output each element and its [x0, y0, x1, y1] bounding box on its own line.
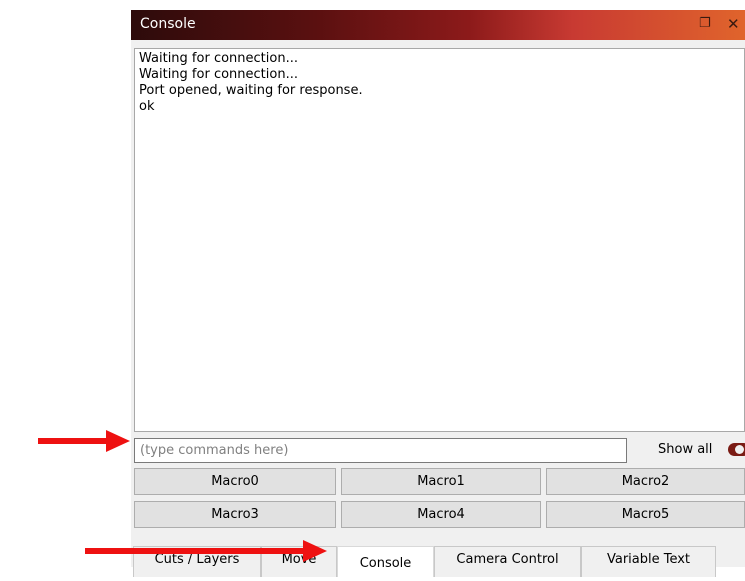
macro0-button[interactable]: Macro0 [134, 468, 336, 495]
red-arrow-head-input [106, 430, 130, 452]
window-title: Console [140, 16, 196, 32]
macro2-button[interactable]: Macro2 [546, 468, 745, 495]
console-line: Waiting for connection... [139, 67, 298, 82]
tab-camera-control[interactable]: Camera Control [434, 546, 581, 577]
macro5-button[interactable]: Macro5 [546, 501, 745, 528]
red-arrow-input [38, 438, 110, 444]
red-arrow-tab [85, 548, 307, 554]
close-icon[interactable]: ✕ [727, 15, 745, 33]
macro4-button[interactable]: Macro4 [341, 501, 541, 528]
console-output[interactable]: Waiting for connection... Waiting for co… [134, 48, 745, 432]
console-panel: Console ❐ ✕ Waiting for connection... Wa… [131, 10, 745, 577]
console-line: Waiting for connection... [139, 51, 298, 66]
show-all-toggle[interactable] [728, 443, 745, 456]
restore-window-icon[interactable]: ❐ [699, 16, 715, 32]
console-line: ok [139, 99, 155, 114]
tab-console[interactable]: Console [337, 546, 434, 577]
tab-variable-text[interactable]: Variable Text [581, 546, 716, 577]
show-all-label: Show all [658, 442, 713, 457]
red-arrow-head-tab [303, 540, 327, 562]
command-input[interactable] [134, 438, 627, 463]
macro1-button[interactable]: Macro1 [341, 468, 541, 495]
title-bar: Console ❐ ✕ [131, 10, 745, 40]
macro3-button[interactable]: Macro3 [134, 501, 336, 528]
console-line: Port opened, waiting for response. [139, 83, 363, 98]
